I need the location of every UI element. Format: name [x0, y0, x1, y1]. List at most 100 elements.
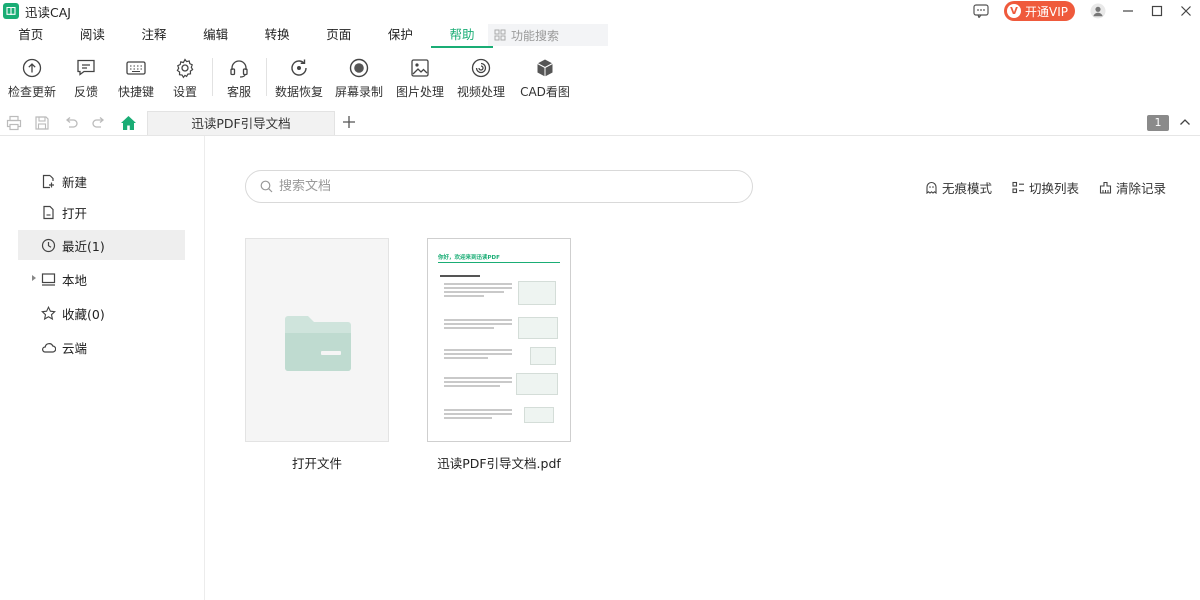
chevron-up-icon[interactable] [1177, 114, 1193, 130]
clock-icon [41, 238, 56, 253]
pdf-line [444, 323, 512, 325]
incognito-mode-button[interactable]: 无痕模式 [925, 178, 992, 197]
redo-icon[interactable] [89, 113, 109, 133]
image-process-button[interactable]: 图片处理 [395, 54, 445, 100]
pdf-line [444, 353, 512, 355]
title-bar: 迅读CAJ V 开通VIP [0, 0, 1200, 22]
customer-service-button[interactable]: 客服 [221, 54, 257, 100]
settings-button[interactable]: 设置 [167, 54, 203, 100]
message-icon[interactable] [966, 1, 996, 21]
search-icon [260, 180, 273, 193]
open-file-label: 打开文件 [291, 456, 342, 471]
shortcut-label: 快捷键 [117, 85, 154, 99]
sidebar-item-recent[interactable]: 最近(1) [18, 230, 185, 260]
screen-record-button[interactable]: 屏幕录制 [334, 54, 384, 100]
cube-icon [537, 59, 553, 77]
list-view-icon [1012, 181, 1024, 193]
avatar-icon[interactable] [1083, 1, 1113, 21]
ribbon-separator [212, 58, 213, 96]
pdf-figure [518, 317, 558, 339]
pdf-figure [524, 407, 554, 423]
add-tab-icon[interactable] [339, 112, 359, 132]
pdf-line [444, 409, 512, 411]
document-search[interactable] [245, 170, 753, 203]
app-logo-icon [3, 3, 19, 19]
clear-history-label: 清除记录 [1115, 180, 1166, 196]
home-icon[interactable] [118, 113, 138, 133]
feedback-icon [77, 59, 95, 76]
pdf-line [444, 283, 512, 285]
pdf-line [444, 385, 500, 387]
pdf-figure [518, 281, 556, 305]
sidebar-item-label: 云端 [62, 340, 88, 356]
clear-history-button[interactable]: 清除记录 [1099, 178, 1166, 197]
keyboard-icon [126, 61, 146, 75]
document-tab[interactable]: 迅读PDF引导文档 [147, 111, 335, 136]
video-process-button[interactable]: 视频处理 [456, 54, 506, 100]
tab-page[interactable]: 页面 [308, 22, 370, 48]
open-file-card[interactable] [245, 238, 389, 442]
tab-help[interactable]: 帮助 [431, 22, 493, 48]
sidebar-item-cloud[interactable]: 云端 [18, 332, 185, 362]
pdf-line [444, 417, 492, 419]
sidebar-item-label: 新建 [62, 174, 88, 190]
pdf-line [440, 275, 480, 277]
cad-viewer-button[interactable]: CAD看图 [518, 54, 572, 100]
open-vip-button[interactable]: V 开通VIP [1004, 1, 1075, 21]
image-icon [411, 59, 429, 77]
maximize-button[interactable] [1142, 1, 1171, 21]
sidebar-item-new[interactable]: 新建 [18, 166, 185, 196]
feature-search[interactable]: 功能搜索 [488, 24, 608, 46]
ghost-icon [926, 181, 937, 194]
tab-home[interactable]: 首页 [0, 22, 62, 48]
tab-read[interactable]: 阅读 [62, 22, 124, 48]
shortcut-button[interactable]: 快捷键 [115, 54, 157, 100]
sidebar-item-open[interactable]: 打开 [18, 197, 185, 227]
tab-annotate[interactable]: 注释 [123, 22, 185, 48]
clear-icon [1099, 181, 1112, 194]
sidebar-item-local[interactable]: 本地 [18, 264, 185, 294]
recent-file-card[interactable]: 你好，欢迎来到迅读PDF [427, 238, 571, 442]
video-process-label: 视频处理 [456, 85, 505, 99]
tab-protect[interactable]: 保护 [370, 22, 432, 48]
folder-icon [285, 316, 351, 371]
pdf-line [444, 381, 512, 383]
sidebar-item-label: 最近(1) [62, 238, 105, 254]
pdf-line [444, 327, 494, 329]
pdf-line [444, 413, 512, 415]
pdf-thumbnail: 你好，欢迎来到迅读PDF [434, 245, 564, 439]
cloud-icon [42, 343, 56, 353]
pdf-line [444, 295, 484, 297]
data-recovery-button[interactable]: 数据恢复 [274, 54, 324, 100]
undo-icon[interactable] [61, 113, 81, 133]
check-update-button[interactable]: 检查更新 [7, 54, 57, 100]
sidebar: 新建 打开 最近(1) 本地 收藏(0) 云端 [0, 136, 205, 600]
print-icon[interactable] [4, 113, 24, 133]
video-icon [471, 58, 491, 78]
chevron-right-icon[interactable] [32, 275, 36, 281]
gear-icon [176, 58, 194, 79]
search-input[interactable] [279, 179, 719, 194]
recovery-icon [291, 59, 307, 76]
tab-edit[interactable]: 编辑 [185, 22, 247, 48]
feature-search-placeholder: 功能搜索 [511, 28, 560, 43]
grid-icon [494, 29, 506, 41]
image-process-label: 图片处理 [395, 85, 444, 99]
sidebar-item-favorites[interactable]: 收藏(0) [18, 298, 185, 328]
headset-icon [230, 60, 248, 78]
menu-bar: 首页 阅读 注释 编辑 转换 页面 保护 帮助 功能搜索 [0, 22, 1200, 48]
save-icon[interactable] [32, 113, 52, 133]
feedback-button[interactable]: 反馈 [68, 54, 104, 100]
file-icon [43, 205, 54, 220]
monitor-icon [41, 273, 56, 286]
data-recovery-label: 数据恢复 [274, 85, 323, 99]
pdf-line [444, 319, 512, 321]
close-button[interactable] [1171, 1, 1200, 21]
pdf-line [444, 291, 504, 293]
record-icon [349, 58, 369, 78]
minimize-button[interactable] [1113, 1, 1142, 21]
vip-label: 开通VIP [1025, 4, 1068, 19]
switch-list-button[interactable]: 切换列表 [1012, 178, 1079, 197]
tab-convert[interactable]: 转换 [246, 22, 308, 48]
screen-record-label: 屏幕录制 [334, 85, 383, 99]
